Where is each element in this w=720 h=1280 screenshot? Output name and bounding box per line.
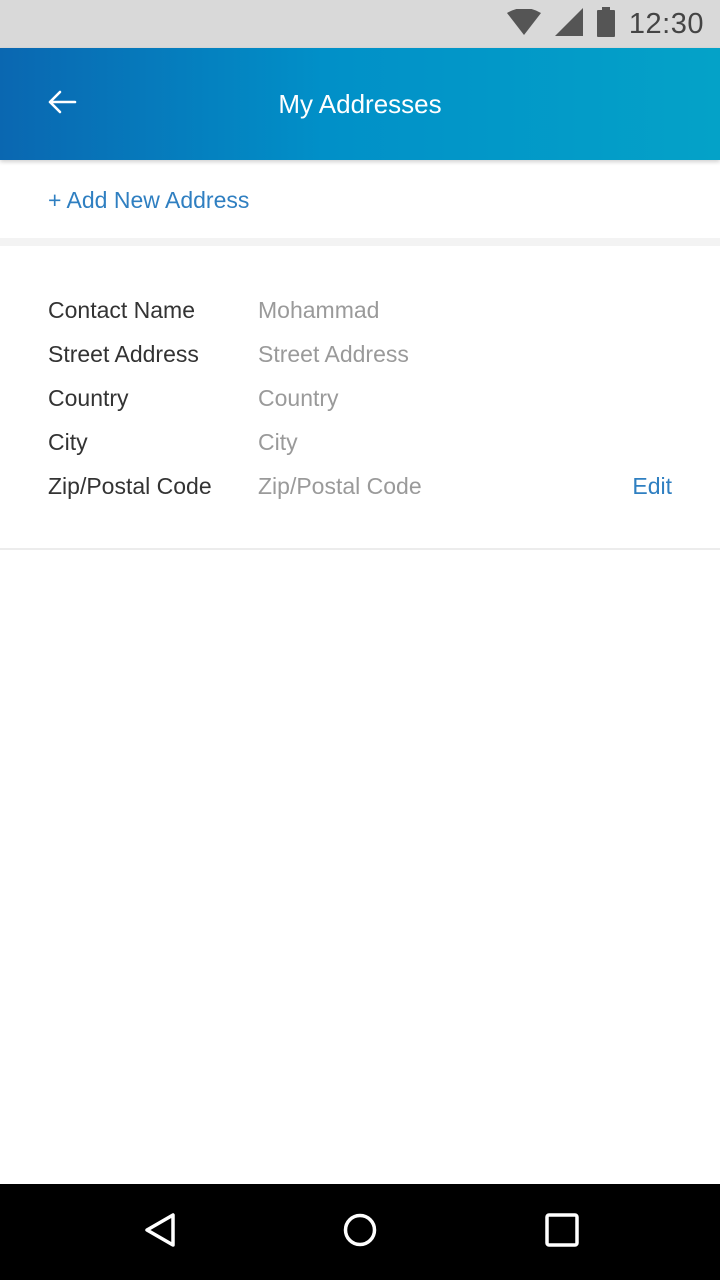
status-icons: 12:30 (506, 0, 704, 48)
address-card: Contact Name Mohammad Street Address Str… (0, 246, 720, 550)
add-address-row: + Add New Address (0, 160, 720, 240)
country-row: Country Country (48, 376, 672, 420)
back-arrow-icon (47, 90, 77, 119)
app-bar: My Addresses (0, 48, 720, 160)
street-address-value: Street Address (258, 340, 409, 367)
zip-code-label: Zip/Postal Code (48, 472, 212, 499)
section-divider (0, 238, 720, 246)
country-label: Country (48, 384, 129, 411)
back-button[interactable] (36, 78, 88, 130)
street-address-label: Street Address (48, 340, 199, 367)
contact-name-value: Mohammad (258, 296, 380, 323)
zip-code-value: Zip/Postal Code (258, 472, 422, 499)
edit-address-button[interactable]: Edit (632, 473, 672, 500)
city-row: City City (48, 420, 672, 464)
zip-code-row: Zip/Postal Code Zip/Postal Code Edit (48, 464, 672, 508)
wifi-icon (506, 7, 541, 40)
home-circle-icon (342, 1212, 378, 1253)
nav-home-button[interactable] (332, 1204, 388, 1260)
nav-recents-button[interactable] (534, 1204, 590, 1260)
city-value: City (258, 428, 298, 455)
country-value: Country (258, 384, 339, 411)
contact-name-row: Contact Name Mohammad (48, 288, 672, 332)
cell-signal-icon (554, 7, 583, 41)
city-label: City (48, 428, 88, 455)
add-new-address-link[interactable]: + Add New Address (48, 187, 249, 214)
status-bar: 12:30 (0, 0, 720, 48)
nav-back-button[interactable] (132, 1204, 188, 1260)
system-nav-bar (0, 1184, 720, 1280)
contact-name-label: Contact Name (48, 296, 196, 323)
status-time: 12:30 (628, 7, 704, 40)
recents-square-icon (544, 1212, 580, 1253)
street-address-row: Street Address Street Address (48, 332, 672, 376)
battery-icon (596, 6, 615, 42)
page-title: My Addresses (278, 88, 442, 119)
back-triangle-icon (142, 1212, 178, 1253)
